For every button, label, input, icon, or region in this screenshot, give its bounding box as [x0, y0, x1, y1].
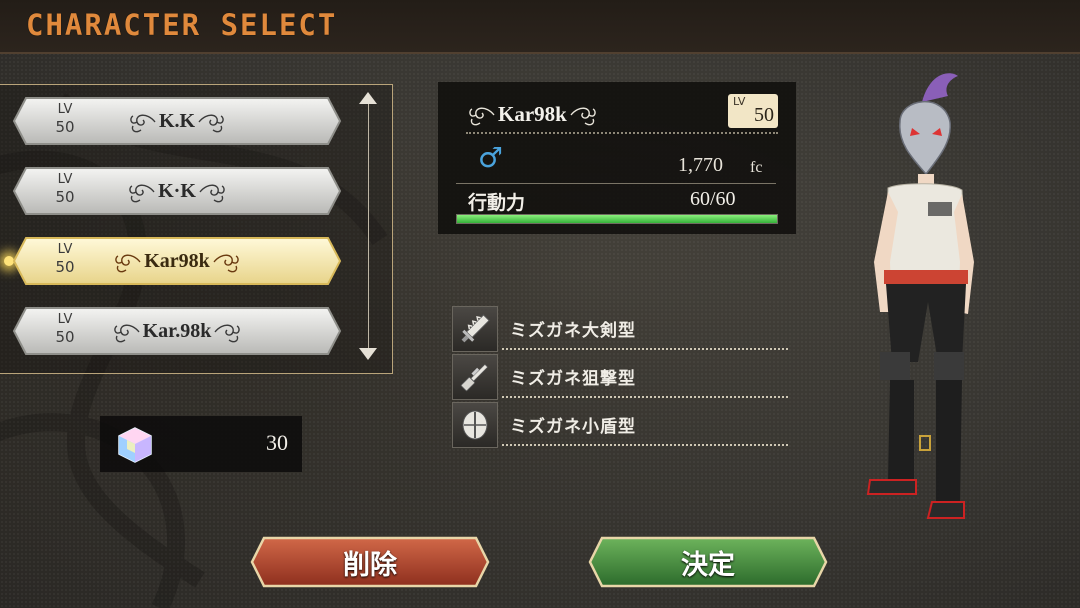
delete-button[interactable]: 削除 — [250, 536, 490, 588]
confirm-button-label: 決定 — [681, 549, 735, 581]
slot-name: Kar.98k — [142, 319, 212, 342]
sniper-rifle-icon — [452, 354, 498, 400]
premium-currency-display: 30 — [100, 416, 302, 472]
weapon-slot-2[interactable]: ミズガネ狙撃型 — [452, 354, 792, 400]
slot-name-wrap: K·K — [12, 166, 342, 216]
level-badge: LV 50 — [728, 94, 778, 128]
weapon-slot-1[interactable]: ミズガネ大剣型 — [452, 306, 792, 352]
flourish-right-icon — [214, 324, 241, 343]
screen-title: CHARACTER SELECT — [26, 8, 338, 42]
action-points-label: 行動力 — [468, 192, 526, 214]
character-avatar[interactable] — [840, 62, 1010, 532]
info-name-wrap: Kar98k — [466, 96, 599, 132]
weapon-underline — [502, 348, 788, 350]
character-slot-4[interactable]: LV 50 Kar.98k — [12, 306, 342, 356]
male-gender-icon: ♂ — [478, 141, 504, 174]
name-underline — [466, 132, 778, 134]
slot-name: K·K — [158, 179, 196, 202]
character-slot-2[interactable]: LV 50 K·K — [12, 166, 342, 216]
currency-amount: 30 — [266, 430, 288, 455]
slot-name: K.K — [158, 109, 196, 132]
flourish-right-icon — [198, 114, 224, 133]
slot-name-wrap: Kar.98k — [12, 306, 342, 356]
scrollbar-track[interactable] — [368, 98, 369, 350]
money-amount: 1,770 — [678, 154, 723, 176]
title-bar: CHARACTER SELECT — [0, 0, 1080, 54]
weapon-slot-3[interactable]: ミズガネ小盾型 — [452, 402, 792, 448]
character-slot-3-selected[interactable]: LV 50 Kar98k — [12, 236, 342, 286]
money-unit: fc — [750, 159, 763, 176]
action-points-bar — [456, 214, 778, 224]
flourish-right-icon — [213, 254, 239, 273]
slot-name-wrap: K.K — [12, 96, 342, 146]
scroll-up-arrow-icon[interactable] — [359, 92, 377, 104]
greatsword-icon — [452, 306, 498, 352]
weapon-label: ミズガネ大剣型 — [510, 321, 636, 341]
divider — [456, 183, 776, 184]
scroll-down-arrow-icon[interactable] — [359, 348, 377, 360]
slot-name: Kar98k — [144, 249, 210, 272]
weapon-label: ミズガネ小盾型 — [510, 417, 636, 437]
action-points-fill — [457, 215, 777, 223]
character-info-panel: Kar98k LV 50 ♂ 1,770 fc 行動力 60/60 — [438, 82, 796, 234]
flourish-left-icon — [469, 107, 495, 126]
character-slot-1[interactable]: LV 50 K.K — [12, 96, 342, 146]
flourish-right-icon — [199, 184, 225, 203]
flourish-right-icon — [570, 107, 596, 126]
flourish-left-icon — [113, 324, 140, 343]
weapon-label: ミズガネ狙撃型 — [510, 369, 636, 389]
weapon-underline — [502, 444, 788, 446]
weapon-underline — [502, 396, 788, 398]
flourish-left-icon — [129, 184, 155, 203]
confirm-button[interactable]: 決定 — [588, 536, 828, 588]
small-shield-icon — [452, 402, 498, 448]
slot-name-wrap: Kar98k — [12, 236, 342, 286]
action-points-value: 60/60 — [690, 188, 736, 210]
character-name: Kar98k — [498, 101, 567, 126]
flourish-left-icon — [115, 254, 141, 273]
delete-button-label: 削除 — [343, 549, 397, 581]
flourish-left-icon — [130, 114, 156, 133]
prism-cube-icon — [118, 427, 152, 463]
